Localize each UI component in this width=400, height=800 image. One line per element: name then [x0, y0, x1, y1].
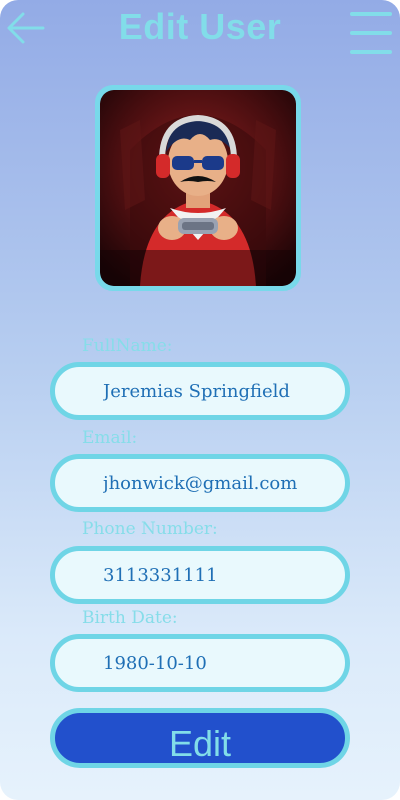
- email-input[interactable]: [103, 472, 333, 494]
- birthdate-field[interactable]: [50, 634, 350, 692]
- phone-input[interactable]: [103, 564, 333, 586]
- email-label: Email:: [82, 428, 138, 448]
- edit-user-screen: Edit User FullName: Jeremias Springfield…: [0, 0, 400, 800]
- email-field[interactable]: [50, 454, 350, 512]
- fullname-field[interactable]: [50, 362, 350, 420]
- birthdate-input[interactable]: [103, 652, 333, 674]
- edit-user-form: FullName: Email: Phone Number: Birth Dat…: [0, 0, 400, 800]
- fullname-label: FullName:: [82, 336, 173, 356]
- fullname-input[interactable]: [103, 380, 333, 402]
- edit-button[interactable]: Edit: [50, 708, 350, 768]
- phone-field[interactable]: [50, 546, 350, 604]
- birthdate-label: Birth Date:: [82, 608, 178, 628]
- phone-label: Phone Number:: [82, 519, 218, 539]
